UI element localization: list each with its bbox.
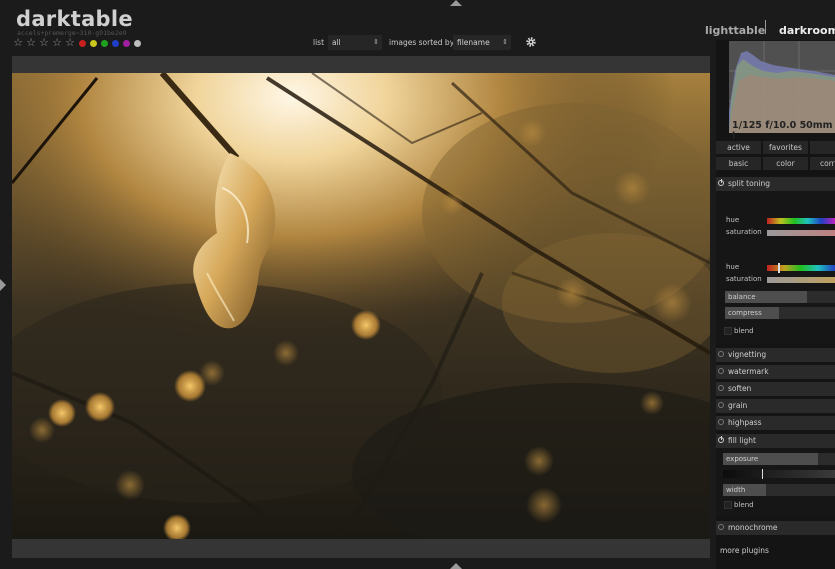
exposure-slider[interactable]: exposure xyxy=(723,453,835,465)
module-vignetting-header[interactable]: vignetting xyxy=(716,348,835,362)
histogram-exif-info: 1/125 f/10.0 50mm i xyxy=(732,120,833,142)
power-icon[interactable] xyxy=(718,368,724,374)
star-icon[interactable]: ☆ xyxy=(51,37,63,48)
saturation-slider-highlights[interactable] xyxy=(767,277,835,283)
module-split-toning-header[interactable]: split toning xyxy=(716,177,835,191)
module-title: watermark xyxy=(728,367,769,376)
star-icon[interactable]: ☆ xyxy=(64,37,76,48)
top-panel-toggle-arrow[interactable] xyxy=(450,0,462,6)
color-label-blue[interactable] xyxy=(112,40,119,47)
module-title: soften xyxy=(728,384,752,393)
gear-icon[interactable] xyxy=(525,36,537,48)
tab-color[interactable]: color xyxy=(763,157,808,170)
slider-marker[interactable] xyxy=(762,469,763,479)
tab-extra[interactable] xyxy=(810,141,835,154)
power-icon[interactable] xyxy=(718,436,724,443)
view-separator xyxy=(765,20,766,34)
color-label-purple[interactable] xyxy=(123,40,130,47)
app-logo: darktable xyxy=(16,7,133,31)
star-rating-filter: ☆ ☆ ☆ ☆ ☆ xyxy=(12,37,76,48)
slider-label: compress xyxy=(728,309,762,317)
module-title: fill light xyxy=(728,436,756,445)
tab-basic[interactable]: basic xyxy=(716,157,761,170)
module-grain-header[interactable]: grain xyxy=(716,399,835,413)
center-gradient-slider[interactable] xyxy=(723,469,835,479)
power-icon[interactable] xyxy=(718,402,724,408)
color-label-red[interactable] xyxy=(79,40,86,47)
width-slider[interactable]: width xyxy=(723,484,835,496)
power-icon[interactable] xyxy=(718,524,724,530)
color-label-filter xyxy=(79,40,141,47)
module-highpass-header[interactable]: highpass xyxy=(716,416,835,430)
power-icon[interactable] xyxy=(718,385,724,391)
star-icon[interactable]: ☆ xyxy=(25,37,37,48)
color-label-green[interactable] xyxy=(101,40,108,47)
blend-label: blend xyxy=(734,501,754,509)
hue-label: hue xyxy=(726,263,740,271)
power-icon[interactable] xyxy=(718,351,724,357)
bottom-panel-toggle-arrow[interactable] xyxy=(450,563,462,569)
photo-image xyxy=(12,73,710,539)
list-label: list xyxy=(313,38,325,47)
module-title: monochrome xyxy=(728,523,778,532)
module-fill-light-header[interactable]: fill light xyxy=(716,434,835,448)
left-panel-toggle-arrow[interactable] xyxy=(0,279,6,291)
hue-label: hue xyxy=(726,216,740,224)
filter-combo[interactable]: all ⇕ xyxy=(328,35,382,50)
slider-label: balance xyxy=(728,293,756,301)
slider-label: exposure xyxy=(726,455,759,463)
filter-value: all xyxy=(332,38,341,47)
module-title: split toning xyxy=(728,179,771,188)
blend-checkbox[interactable] xyxy=(724,327,732,335)
color-label-yellow[interactable] xyxy=(90,40,97,47)
tab-active[interactable]: active xyxy=(716,141,761,154)
module-monochrome-header[interactable]: monochrome xyxy=(716,521,835,535)
saturation-label: saturation xyxy=(726,228,762,236)
star-icon[interactable]: ☆ xyxy=(12,37,24,48)
tab-favorites[interactable]: favorites xyxy=(763,141,808,154)
view-switch-darkroom[interactable]: darkroom xyxy=(779,24,835,37)
star-icon[interactable]: ☆ xyxy=(38,37,50,48)
hue-slider-highlights[interactable] xyxy=(767,263,835,273)
module-title: highpass xyxy=(728,418,762,427)
saturation-label: saturation xyxy=(726,275,762,283)
slider-label: width xyxy=(726,486,746,494)
blend-checkbox[interactable] xyxy=(724,501,732,509)
color-label-gray[interactable] xyxy=(134,40,141,47)
sort-label: images sorted by xyxy=(389,38,455,47)
tab-correct[interactable]: corr xyxy=(810,157,835,170)
more-plugins-link[interactable]: more plugins xyxy=(720,546,769,555)
power-icon[interactable] xyxy=(718,179,724,186)
updown-arrows-icon: ⇕ xyxy=(373,38,379,46)
hue-slider-shadows[interactable] xyxy=(767,218,835,224)
sort-value: filename xyxy=(457,38,490,47)
sort-combo[interactable]: filename ⇕ xyxy=(453,35,511,50)
power-icon[interactable] xyxy=(718,419,724,425)
view-switch-lighttable[interactable]: lighttable xyxy=(705,24,765,37)
module-soften-header[interactable]: soften xyxy=(716,382,835,396)
saturation-slider-shadows[interactable] xyxy=(767,230,835,236)
module-title: grain xyxy=(728,401,748,410)
photo-preview[interactable] xyxy=(12,73,710,539)
compress-slider[interactable]: compress xyxy=(725,307,835,319)
balance-slider[interactable]: balance xyxy=(725,291,835,303)
module-watermark-header[interactable]: watermark xyxy=(716,365,835,379)
module-title: vignetting xyxy=(728,350,767,359)
updown-arrows-icon: ⇕ xyxy=(502,38,508,46)
blend-label: blend xyxy=(734,327,754,335)
slider-marker[interactable] xyxy=(778,263,780,273)
